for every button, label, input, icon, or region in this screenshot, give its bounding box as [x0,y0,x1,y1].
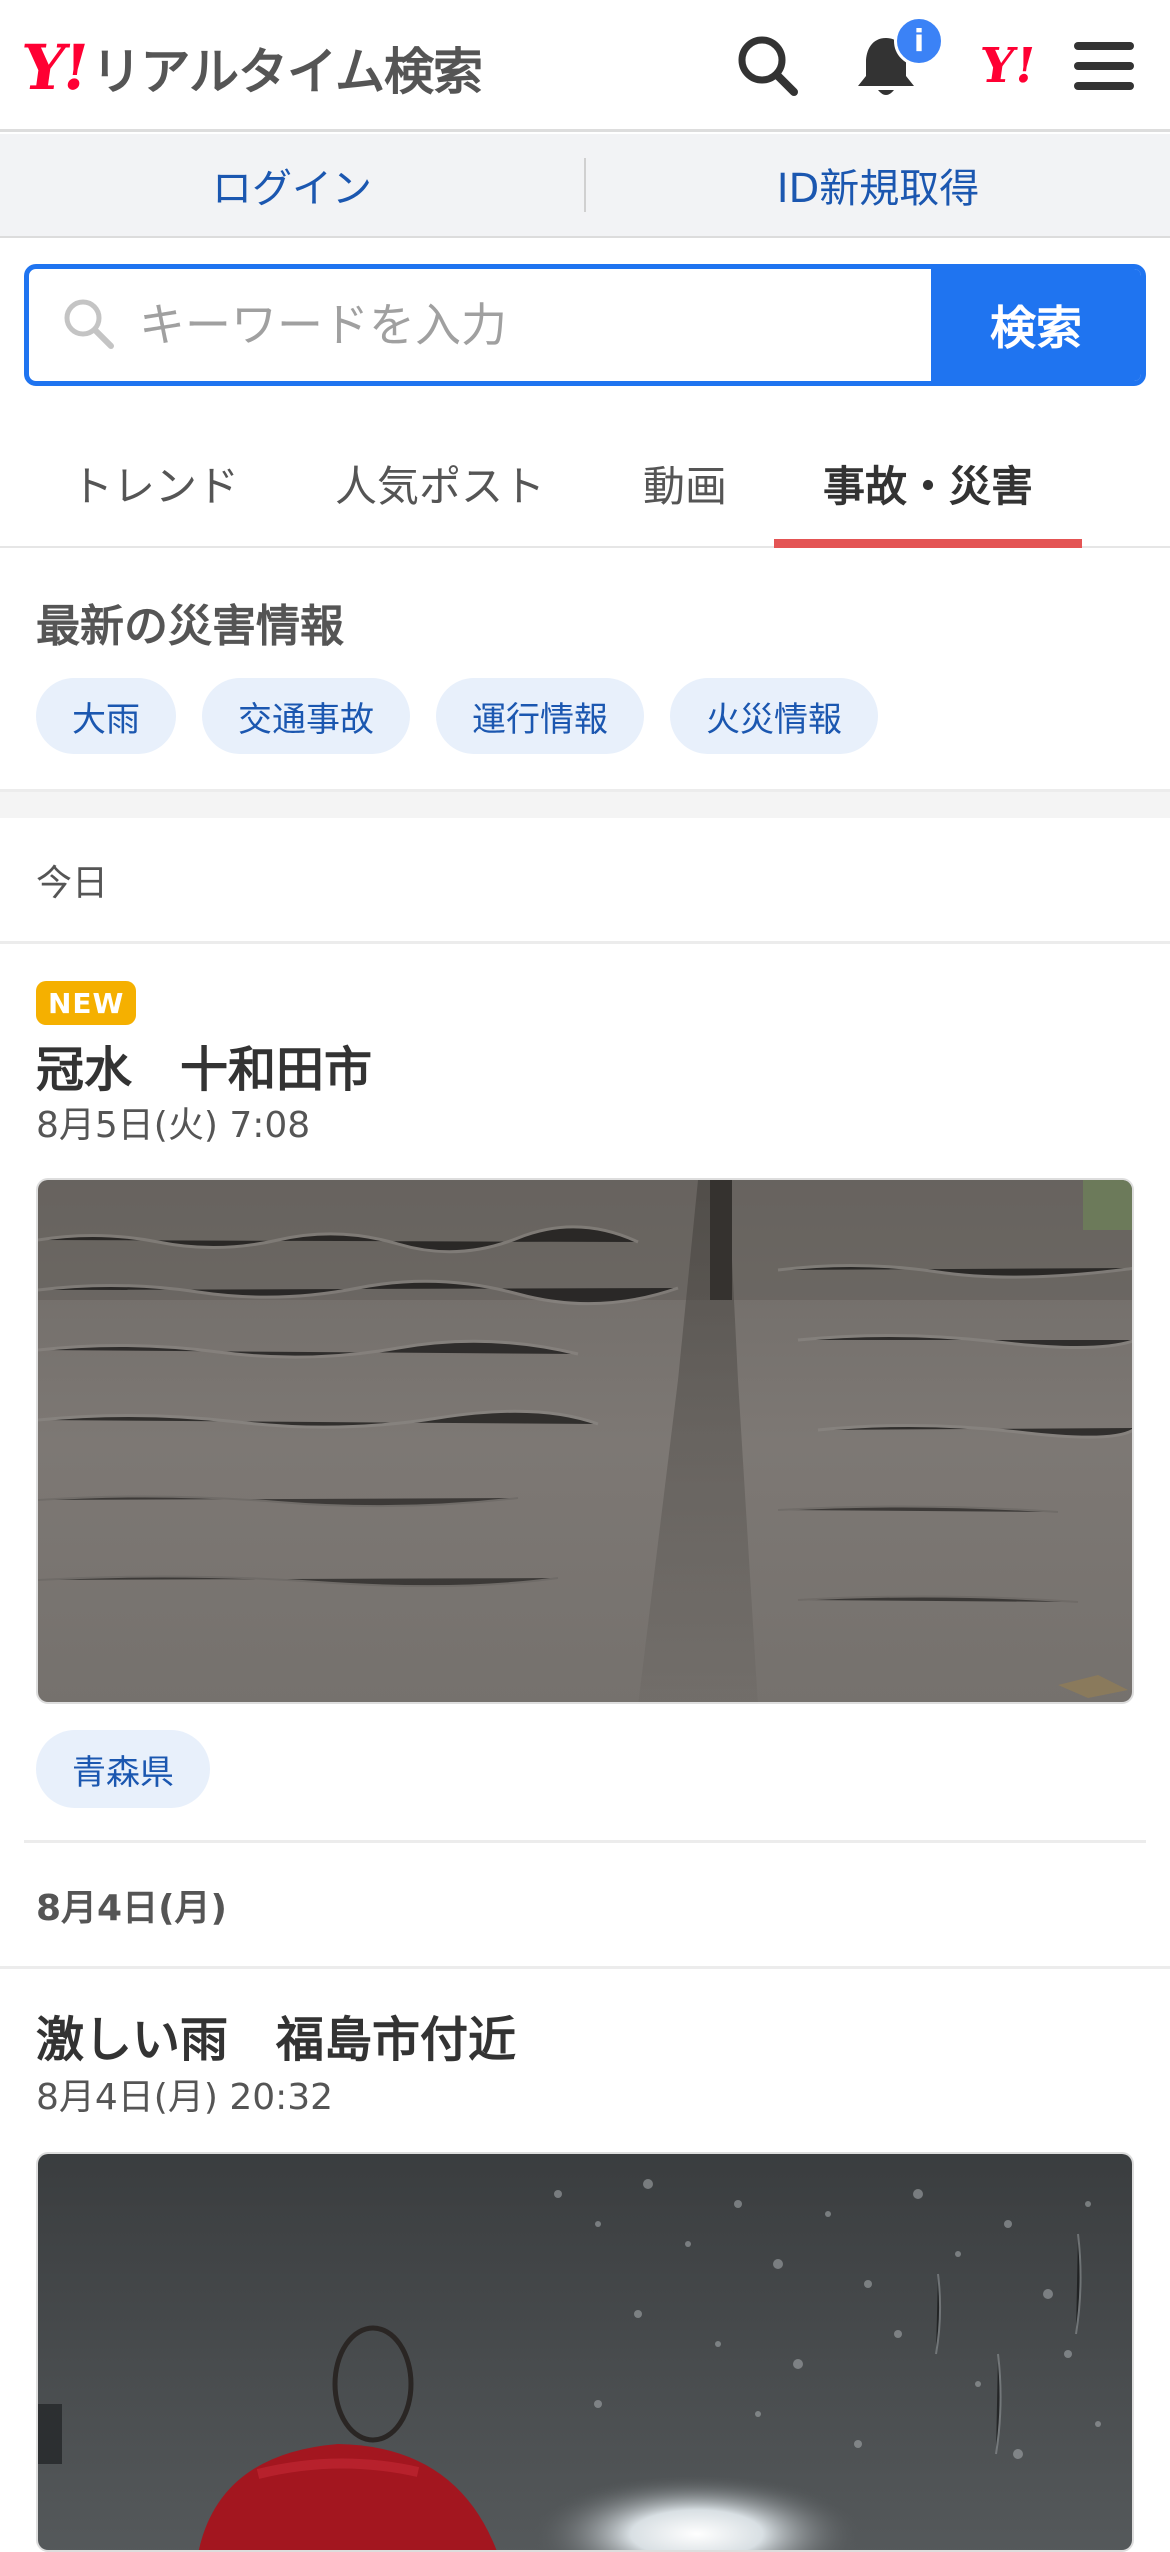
search-field-icon [59,294,119,354]
new-badge: NEW [36,981,137,1025]
chip-traffic-accident[interactable]: 交通事故 [202,678,410,754]
login-bar: ログイン ID新規取得 [0,134,1170,238]
tab-video[interactable]: 動画 [610,420,760,546]
search-box: 検索 [24,264,1146,386]
section-spacer [0,792,1170,818]
post-image-flood[interactable] [36,1178,1134,1704]
tab-label: 動画 [642,461,727,511]
post-card[interactable]: 激しい雨 福島市付近 8月4日(月) 20:32 [0,1972,1170,2552]
tab-label: 人気ポスト [334,461,545,511]
logo-title: リアルタイム検索 [91,43,482,101]
chip-train-operation[interactable]: 運行情報 [436,678,644,754]
post-card[interactable]: NEW 冠水 十和田市 8月5日(火) 7:08 青森県 [0,946,1170,1842]
login-link[interactable]: ログイン [0,156,584,214]
hamburger-menu-icon[interactable] [1068,30,1140,102]
latest-disaster-info: 最新の災害情報 大雨 交通事故 運行情報 火災情報 [0,550,1170,792]
post-title[interactable]: 激しい雨 福島市付近 [36,2000,516,2070]
notification-badge: i [894,16,944,66]
tab-label: 事故・災害 [822,461,1033,511]
search-input[interactable] [139,269,939,381]
yahoo-logo-mark: Y! [16,31,91,104]
disaster-chips: 大雨 交通事故 運行情報 火災情報 [36,678,878,754]
date-header-today: 今日 [0,818,1170,944]
date-header-aug4: 8月4日(月) [0,1843,1170,1969]
tab-accident-disaster[interactable]: 事故・災害 [774,420,1082,548]
app-header: Y! リアルタイム検索 i Y! [0,0,1170,132]
post-title[interactable]: 冠水 十和田市 [36,1030,372,1100]
tab-trend[interactable]: トレンド [40,420,270,546]
post-time: 8月5日(火) 7:08 [36,1105,311,1146]
active-tab-indicator [774,539,1082,548]
chip-fire-info[interactable]: 火災情報 [670,678,878,754]
chip-heavy-rain[interactable]: 大雨 [36,678,176,754]
search-icon[interactable] [732,30,804,102]
post-time: 8月4日(月) 20:32 [36,2077,334,2118]
tab-popular-posts[interactable]: 人気ポスト [310,420,570,546]
register-link[interactable]: ID新規取得 [586,156,1170,214]
category-tabs: トレンド 人気ポスト 動画 事故・災害 [0,420,1170,548]
yahoo-realtime-logo[interactable]: Y! リアルタイム検索 [17,28,483,108]
prefecture-tag[interactable]: 青森県 [36,1730,210,1808]
post-image-heavy-rain[interactable] [36,2152,1134,2552]
tab-label: トレンド [70,461,239,511]
section-heading: 最新の災害情報 [36,601,344,652]
search-button[interactable]: 検索 [931,269,1141,381]
yahoo-account-icon[interactable]: Y! [968,30,1048,102]
